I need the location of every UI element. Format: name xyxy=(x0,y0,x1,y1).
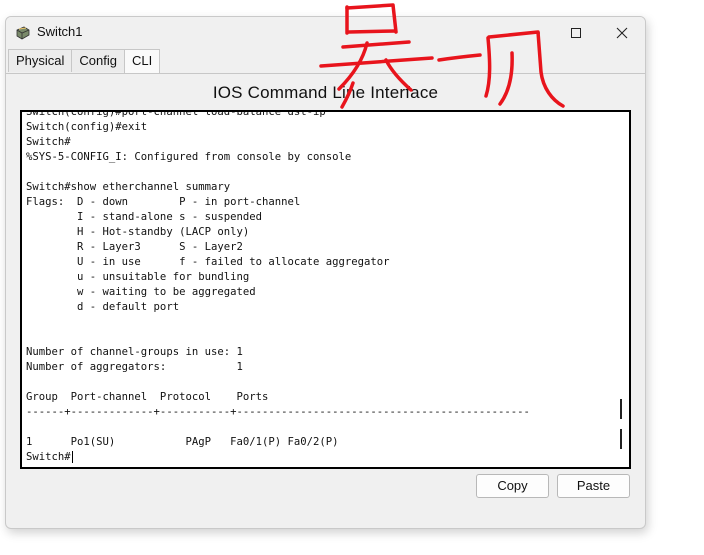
terminal-line: w - waiting to be aggregated xyxy=(26,286,256,298)
terminal-line: U - in use f - failed to allocate aggreg… xyxy=(26,256,390,268)
tab-physical[interactable]: Physical xyxy=(8,49,73,72)
terminal-line: Flags: D - down P - in port-channel xyxy=(26,196,301,208)
tab-config[interactable]: Config xyxy=(71,49,125,72)
minimize-button[interactable] xyxy=(515,21,555,45)
terminal-prompt-line[interactable]: Switch# xyxy=(26,450,530,465)
terminal-line: Number of aggregators: 1 xyxy=(26,361,243,373)
terminal-line: 1 Po1(SU) PAgP Fa0/1(P) Fa0/2(P) xyxy=(26,436,339,448)
paste-button[interactable]: Paste xyxy=(557,474,630,498)
terminal-line: Number of channel-groups in use: 1 xyxy=(26,346,243,358)
terminal-line: ------+-------------+-----------+-------… xyxy=(26,406,530,418)
close-button[interactable] xyxy=(602,21,642,45)
terminal-line: R - Layer3 S - Layer2 xyxy=(26,241,243,253)
terminal-line: %SYS-5-CONFIG_I: Configured from console… xyxy=(26,151,352,163)
tab-bar: Physical Config CLI xyxy=(8,49,161,74)
minimize-icon xyxy=(530,32,540,34)
copy-button[interactable]: Copy xyxy=(476,474,549,498)
switch-app-icon xyxy=(16,26,30,40)
close-icon xyxy=(616,27,628,39)
terminal-line: Switch# xyxy=(26,136,71,148)
terminal-line: u - unsuitable for bundling xyxy=(26,271,250,283)
terminal-line: d - default port xyxy=(26,301,180,313)
maximize-button[interactable] xyxy=(556,21,596,45)
terminal-output: Switch(config)#port-channel load-balance… xyxy=(26,110,530,465)
terminal-line: Switch(config)#exit xyxy=(26,121,148,133)
maximize-icon xyxy=(571,28,581,38)
terminal-line: Switch(config)#port-channel load-balance… xyxy=(26,110,326,118)
terminal-line: I - stand-alone s - suspended xyxy=(26,211,262,223)
window-title: Switch1 xyxy=(37,24,83,39)
terminal-prompt: Switch# xyxy=(26,451,71,463)
scroll-indicator[interactable] xyxy=(620,429,622,449)
terminal-line: Group Port-channel Protocol Ports xyxy=(26,391,269,403)
tab-cli[interactable]: CLI xyxy=(124,49,161,74)
panel-heading: IOS Command Line Interface xyxy=(212,83,439,102)
cli-terminal[interactable]: Switch(config)#port-channel load-balance… xyxy=(20,110,631,469)
terminal-line: Switch#show etherchannel summary xyxy=(26,181,231,193)
text-cursor xyxy=(71,451,73,463)
terminal-line: H - Hot-standby (LACP only) xyxy=(26,226,250,238)
switch-window: Switch1 Physical Config CLI IOS Command … xyxy=(5,16,646,529)
tab-divider xyxy=(6,73,645,74)
scroll-indicator[interactable] xyxy=(620,399,622,419)
title-bar[interactable]: Switch1 xyxy=(6,17,645,47)
